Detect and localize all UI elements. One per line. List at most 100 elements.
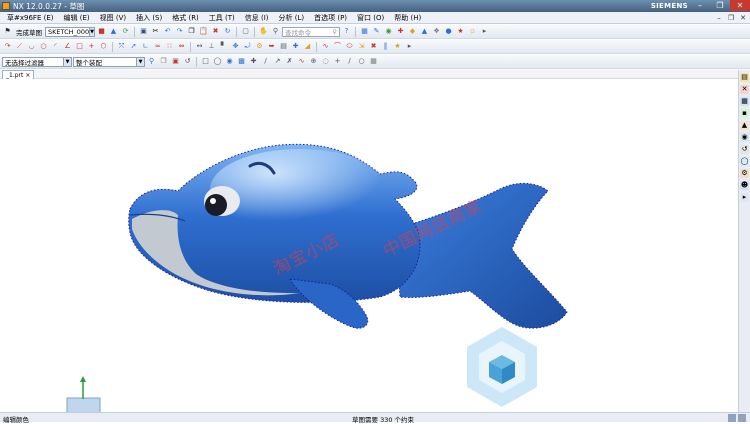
more-tools-icon[interactable]: ▸: [480, 27, 489, 36]
web-browser-icon[interactable]: ◉: [740, 133, 749, 142]
intersection-icon[interactable]: ✖: [369, 42, 378, 51]
menu-edit[interactable]: 编辑 (E): [58, 13, 94, 23]
line-icon[interactable]: ⟋: [15, 42, 24, 51]
measure-icon[interactable]: ◆: [408, 27, 417, 36]
ellipse-icon[interactable]: ⬭: [345, 42, 354, 51]
snap-on-curve-icon[interactable]: ∕: [345, 57, 354, 66]
selection-scope-select[interactable]: 整个装配 ▼: [73, 56, 145, 67]
zoom-icon[interactable]: ⚲: [271, 27, 280, 36]
offset-curve-icon[interactable]: ≈: [153, 42, 162, 51]
polygon-icon[interactable]: ⬡: [99, 42, 108, 51]
menu-insert[interactable]: 插入 (S): [131, 13, 167, 23]
menu-preferences[interactable]: 首选项 (P): [309, 13, 352, 23]
animate-dimension-icon[interactable]: ➥: [267, 42, 276, 51]
menu-view[interactable]: 视图 (V): [95, 13, 131, 23]
select-all-icon[interactable]: ▣: [171, 57, 180, 66]
expression-icon[interactable]: ▫: [468, 27, 477, 36]
quick-extend-icon[interactable]: ➚: [129, 42, 138, 51]
snap-midpoint-icon[interactable]: ∕: [261, 57, 270, 66]
roles-icon[interactable]: ☻: [740, 181, 749, 190]
help-icon[interactable]: ?: [342, 27, 351, 36]
general-selection-icon[interactable]: ⚲: [147, 57, 156, 66]
paste-icon[interactable]: 📋: [199, 27, 208, 36]
derived-line-icon[interactable]: ‖: [381, 42, 390, 51]
analysis-icon[interactable]: ▲: [420, 27, 429, 36]
menu-format[interactable]: 格式 (R): [167, 13, 204, 23]
auto-constrain-icon[interactable]: ✥: [231, 42, 240, 51]
tab-part-file[interactable]: _1.prt ×: [2, 70, 35, 79]
point-icon[interactable]: +: [87, 42, 96, 51]
finish-flag-icon[interactable]: ⚑: [3, 27, 12, 36]
snap-curve-point-icon[interactable]: ∿: [297, 57, 306, 66]
datum-icon[interactable]: ❖: [432, 27, 441, 36]
reorient-icon[interactable]: ▲: [109, 27, 118, 36]
continuous-autodim-icon[interactable]: ★: [393, 42, 402, 51]
restore-icon[interactable]: ❐: [710, 0, 730, 11]
close-tab-icon[interactable]: ×: [25, 72, 30, 79]
project-curve-icon[interactable]: ⇲: [357, 42, 366, 51]
edit-object-display-icon[interactable]: ✎: [372, 27, 381, 36]
snap-control-point-icon[interactable]: ↗: [273, 57, 282, 66]
alternate-solution-icon[interactable]: ⚙: [255, 42, 264, 51]
close-icon[interactable]: ✕: [730, 0, 750, 11]
mirror-curve-icon[interactable]: ⇔: [177, 42, 186, 51]
menu-file[interactable]: 草#x96FE (E): [2, 13, 58, 23]
minimize-doc-icon[interactable]: –: [714, 14, 724, 23]
type-filter-select[interactable]: 无选择过滤器 ▼: [2, 56, 72, 67]
snap-face-icon[interactable]: ▦: [369, 57, 378, 66]
hd3d-tools-icon[interactable]: ▲: [740, 121, 749, 130]
menu-info[interactable]: 信息 (I): [240, 13, 274, 23]
finish-sketch-button[interactable]: 完成草图: [16, 27, 42, 37]
restore-doc-icon[interactable]: ❐: [726, 14, 736, 23]
snap-arc-center-icon[interactable]: ⊕: [309, 57, 318, 66]
assembly-navigator-icon[interactable]: ▤: [740, 73, 749, 82]
deselect-icon[interactable]: ↺: [183, 57, 192, 66]
redo-icon[interactable]: ↷: [175, 27, 184, 36]
cube-view-icon[interactable]: ▩: [237, 57, 246, 66]
menu-help[interactable]: 帮助 (H): [389, 13, 426, 23]
snap-endpoint-icon[interactable]: ✚: [249, 57, 258, 66]
conic-icon[interactable]: ⌒: [333, 42, 342, 51]
circle-icon[interactable]: ○: [39, 42, 48, 51]
status-toggle-icon[interactable]: [738, 414, 746, 422]
part-navigator-icon[interactable]: ▦: [740, 97, 749, 106]
lasso-icon[interactable]: ◯: [213, 57, 222, 66]
make-corner-icon[interactable]: ∟: [141, 42, 150, 51]
close-doc-icon[interactable]: ✕: [738, 14, 748, 23]
preference-icon[interactable]: ★: [456, 27, 465, 36]
copy-icon[interactable]: ❐: [187, 27, 196, 36]
component-filter-icon[interactable]: ❐: [159, 57, 168, 66]
fillet-icon[interactable]: ◜: [51, 42, 60, 51]
sketch-orient-icon[interactable]: ■: [97, 27, 106, 36]
sketch-select[interactable]: SKETCH_000 ▼: [45, 26, 95, 37]
box-select-icon[interactable]: □: [201, 57, 210, 66]
menu-tools[interactable]: 工具 (T): [204, 13, 240, 23]
layer-settings-icon[interactable]: ▦: [360, 27, 369, 36]
menu-analysis[interactable]: 分析 (L): [274, 13, 310, 23]
cut-icon[interactable]: ✂: [151, 27, 160, 36]
sketch-task-icon[interactable]: ◢: [303, 42, 312, 51]
history-icon[interactable]: ↺: [740, 145, 749, 154]
snap-tangent-icon[interactable]: ○: [357, 57, 366, 66]
reuse-library-icon[interactable]: ▪: [740, 109, 749, 118]
relations-browser-icon[interactable]: ▤: [279, 42, 288, 51]
rapid-dimension-icon[interactable]: ↔: [195, 42, 204, 51]
snap-intersection-icon[interactable]: ✗: [285, 57, 294, 66]
system-materials-icon[interactable]: ◯: [740, 157, 749, 166]
chamfer-icon[interactable]: ∠: [63, 42, 72, 51]
snap-quadrant-icon[interactable]: ◌: [321, 57, 330, 66]
view-orient-icon[interactable]: ◉: [225, 57, 234, 66]
pattern-curve-icon[interactable]: ∷: [165, 42, 174, 51]
manufacturing-wizard-icon[interactable]: ▸: [740, 193, 749, 202]
studio-spline-icon[interactable]: ∿: [321, 42, 330, 51]
undo-icon[interactable]: ↶: [163, 27, 172, 36]
display-constraints-icon[interactable]: ▘: [219, 42, 228, 51]
repeat-command-icon[interactable]: ↻: [223, 27, 232, 36]
graphics-window[interactable]: 淘宝小店 中国网店商家: [0, 79, 738, 413]
geometric-constraint-icon[interactable]: ⊥: [207, 42, 216, 51]
delete-icon[interactable]: ✖: [211, 27, 220, 36]
process-studio-icon[interactable]: ⚙: [740, 169, 749, 178]
rectangle-icon[interactable]: □: [75, 42, 84, 51]
convert-reference-icon[interactable]: ⤾: [243, 42, 252, 51]
snap-existing-point-icon[interactable]: +: [333, 57, 342, 66]
